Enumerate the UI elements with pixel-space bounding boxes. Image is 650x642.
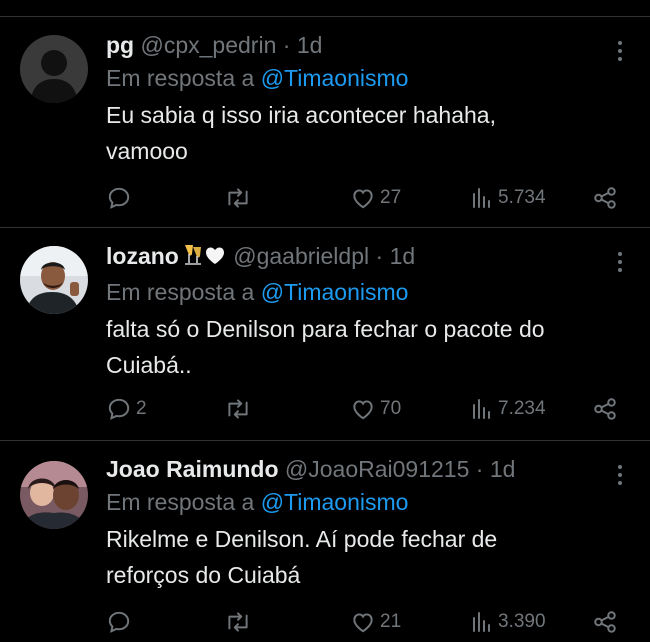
reply-prefix: Em resposta a	[106, 65, 255, 91]
like-button[interactable]: 27	[350, 183, 401, 213]
user-name[interactable]: Joao Raimundo	[106, 456, 279, 482]
reply-prefix: Em resposta a	[106, 279, 255, 305]
reply-button[interactable]	[106, 183, 136, 213]
replies-feed: pg @cpx_pedrin · 1d Em resposta a @Timao…	[0, 0, 650, 642]
avatar[interactable]	[20, 246, 88, 314]
heart-icon	[353, 189, 373, 209]
retweet-button[interactable]	[224, 607, 256, 637]
reply-tweet[interactable]: lozano @gaabrieldpl · 1d Em resposta a @…	[0, 228, 650, 441]
analytics-icon	[473, 399, 490, 419]
reply-mention-link[interactable]: @Timaonismo	[261, 279, 409, 305]
reply-icon	[108, 187, 130, 209]
share-icon	[594, 398, 616, 420]
avatar[interactable]	[20, 461, 88, 529]
action-bar: 27 5.734	[106, 183, 626, 213]
views-button[interactable]: 7.234	[470, 394, 546, 424]
share-button[interactable]	[592, 183, 618, 213]
views-count: 3.390	[498, 611, 546, 632]
more-options-icon[interactable]	[616, 39, 624, 63]
views-count: 7.234	[498, 398, 546, 419]
views-count: 5.734	[498, 187, 546, 208]
reply-prefix: Em resposta a	[106, 489, 255, 515]
reply-context: Em resposta a @Timaonismo	[106, 275, 610, 309]
tweet-text: falta só o Denilson para fechar o pacote…	[106, 316, 545, 378]
timestamp[interactable]: 1d	[390, 243, 416, 269]
timestamp[interactable]: 1d	[490, 456, 516, 482]
action-bar: 21 3.390	[106, 607, 626, 637]
user-handle[interactable]: @gaabrieldpl	[233, 243, 369, 269]
user-handle[interactable]: @cpx_pedrin	[141, 32, 277, 58]
separator-dot: ·	[475, 456, 484, 482]
name-emoji-icons	[181, 243, 227, 275]
user-name[interactable]: lozano	[106, 243, 179, 269]
more-options-icon[interactable]	[616, 250, 624, 274]
more-options-icon[interactable]	[616, 463, 624, 487]
share-icon	[594, 187, 616, 209]
reply-context: Em resposta a @Timaonismo	[106, 61, 610, 95]
tweet-header: Joao Raimundo @JoaoRai091215 · 1d	[106, 453, 610, 485]
separator-dot: ·	[375, 243, 384, 269]
share-icon	[594, 611, 616, 633]
reply-button[interactable]	[106, 607, 136, 637]
avatar[interactable]	[20, 35, 88, 103]
analytics-icon	[473, 188, 490, 208]
like-count: 27	[380, 187, 402, 208]
heart-icon	[353, 400, 373, 420]
reply-icon	[108, 611, 130, 633]
user-handle[interactable]: @JoaoRai091215	[285, 456, 469, 482]
analytics-icon	[473, 612, 490, 632]
reply-mention-link[interactable]: @Timaonismo	[261, 489, 409, 515]
like-button[interactable]: 70	[350, 394, 401, 424]
timestamp[interactable]: 1d	[297, 32, 323, 58]
views-button[interactable]: 3.390	[470, 607, 546, 637]
retweet-icon	[228, 612, 248, 632]
reply-mention-link[interactable]: @Timaonismo	[261, 65, 409, 91]
reply-icon	[108, 398, 130, 420]
tweet-header: lozano @gaabrieldpl · 1d	[106, 240, 610, 275]
separator-dot: ·	[282, 32, 291, 58]
like-count: 21	[380, 611, 402, 632]
share-button[interactable]	[592, 607, 618, 637]
tweet-text: Eu sabia q isso iria acontecer hahaha, v…	[106, 102, 496, 164]
heart-icon	[353, 613, 373, 633]
user-name[interactable]: pg	[106, 32, 134, 58]
share-button[interactable]	[592, 394, 618, 424]
retweet-button[interactable]	[224, 183, 256, 213]
retweet-icon	[228, 399, 248, 419]
reply-context: Em resposta a @Timaonismo	[106, 485, 610, 519]
reply-tweet[interactable]: pg @cpx_pedrin · 1d Em resposta a @Timao…	[0, 17, 650, 228]
views-button[interactable]: 5.734	[470, 183, 546, 213]
retweet-button[interactable]	[224, 394, 256, 424]
tweet-header: pg @cpx_pedrin · 1d	[106, 29, 610, 61]
tweet-text: Rikelme e Denilson. Aí pode fechar de re…	[106, 526, 498, 588]
like-button[interactable]: 21	[350, 607, 401, 637]
reply-button[interactable]: 2	[106, 394, 147, 424]
like-count: 70	[380, 398, 402, 419]
reply-tweet[interactable]: Joao Raimundo @JoaoRai091215 · 1d Em res…	[0, 441, 650, 642]
reply-count: 2	[136, 398, 147, 419]
action-bar: 2 70 7.234	[106, 394, 626, 424]
retweet-icon	[228, 188, 248, 208]
